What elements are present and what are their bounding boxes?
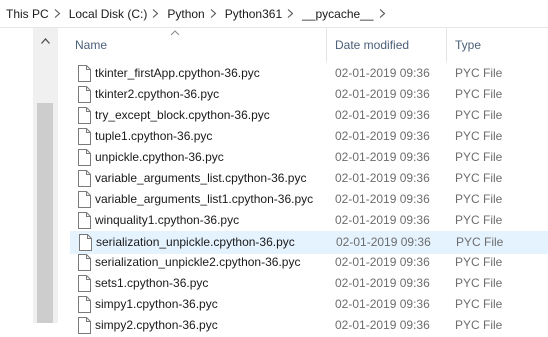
pyc-file-icon bbox=[78, 275, 91, 292]
column-header-type[interactable]: Type bbox=[455, 28, 481, 62]
file-type: PYC File bbox=[455, 171, 503, 185]
file-name: serialization_unpickle.cpython-36.pyc bbox=[96, 235, 295, 249]
file-row[interactable]: tkinter_firstApp.cpython-36.pyc 02-01-201… bbox=[70, 63, 548, 84]
pyc-file-icon bbox=[78, 191, 91, 208]
file-type: PYC File bbox=[455, 192, 503, 206]
file-date-modified: 02-01-2019 09:36 bbox=[335, 192, 430, 206]
chevron-right-icon[interactable] bbox=[377, 9, 388, 18]
breadcrumb: This PC Local Disk (C:) Python Python361… bbox=[0, 0, 548, 28]
file-date-modified: 02-01-2019 09:36 bbox=[335, 297, 430, 311]
file-type: PYC File bbox=[455, 255, 503, 269]
file-date-modified: 02-01-2019 09:36 bbox=[335, 66, 430, 80]
file-date-modified: 02-01-2019 09:36 bbox=[335, 108, 430, 122]
file-name: sets1.cpython-36.pyc bbox=[95, 276, 209, 290]
pyc-file-icon bbox=[78, 65, 91, 82]
file-name: simpy1.cpython-36.pyc bbox=[95, 297, 218, 311]
file-type: PYC File bbox=[455, 150, 503, 164]
file-row[interactable]: try_except_block.cpython-36.pyc 02-01-201… bbox=[70, 105, 548, 126]
file-name: simpy2.cpython-36.pyc bbox=[95, 318, 218, 332]
file-type: PYC File bbox=[455, 276, 503, 290]
file-row[interactable]: sets1.cpython-36.pyc 02-01-2019 09:36 PYC … bbox=[70, 273, 548, 294]
column-divider[interactable] bbox=[446, 28, 447, 62]
nav-pane-scrollbar[interactable] bbox=[33, 28, 57, 323]
pyc-file-icon bbox=[79, 234, 92, 251]
column-header-row: Name Date modified Type bbox=[58, 28, 548, 62]
file-date-modified: 02-01-2019 09:36 bbox=[336, 235, 431, 249]
file-name: winquality1.cpython-36.pyc bbox=[95, 213, 240, 227]
breadcrumb-item-pycache[interactable]: __pycache__ bbox=[296, 7, 376, 21]
file-date-modified: 02-01-2019 09:36 bbox=[335, 87, 430, 101]
chevron-up-icon[interactable] bbox=[33, 28, 57, 54]
file-name: serialization_unpickle2.cpython-36.pyc bbox=[95, 255, 301, 269]
breadcrumb-item-this-pc[interactable]: This PC bbox=[0, 7, 52, 21]
scrollbar-thumb[interactable] bbox=[37, 103, 53, 323]
file-row[interactable]: tkinter2.cpython-36.pyc 02-01-2019 09:36 P… bbox=[70, 84, 548, 105]
breadcrumb-item-python361[interactable]: Python361 bbox=[219, 7, 285, 21]
file-type: PYC File bbox=[455, 108, 503, 122]
pyc-file-icon bbox=[78, 212, 91, 229]
file-type: PYC File bbox=[455, 318, 503, 332]
file-row[interactable]: serialization_unpickle2.cpython-36.pyc 02… bbox=[70, 252, 548, 273]
file-date-modified: 02-01-2019 09:36 bbox=[335, 213, 430, 227]
file-date-modified: 02-01-2019 09:36 bbox=[335, 129, 430, 143]
file-name: tkinter2.cpython-36.pyc bbox=[95, 87, 220, 101]
file-date-modified: 02-01-2019 09:36 bbox=[335, 255, 430, 269]
file-row[interactable]: serialization_unpickle.cpython-36.pyc 02-… bbox=[70, 231, 548, 254]
file-date-modified: 02-01-2019 09:36 bbox=[335, 171, 430, 185]
file-name: variable_arguments_list1.cpython-36.pyc bbox=[95, 192, 314, 206]
file-row[interactable]: unpickle.cpython-36.pyc 02-01-2019 09:36 P… bbox=[70, 147, 548, 168]
breadcrumb-item-python[interactable]: Python bbox=[161, 7, 207, 21]
file-row[interactable]: variable_arguments_list1.cpython-36.pyc 0… bbox=[70, 189, 548, 210]
chevron-right-icon[interactable] bbox=[150, 9, 161, 18]
pyc-file-icon bbox=[78, 128, 91, 145]
pyc-file-icon bbox=[78, 170, 91, 187]
file-type: PYC File bbox=[455, 213, 503, 227]
pyc-file-icon bbox=[78, 107, 91, 124]
column-header-name[interactable]: Name bbox=[75, 28, 107, 62]
pyc-file-icon bbox=[78, 296, 91, 313]
file-type: PYC File bbox=[456, 235, 504, 249]
file-row[interactable]: tuple1.cpython-36.pyc 02-01-2019 09:36 PYC… bbox=[70, 126, 548, 147]
breadcrumb-item-local-disk[interactable]: Local Disk (C:) bbox=[63, 7, 151, 21]
file-type: PYC File bbox=[455, 87, 503, 101]
column-header-date-modified[interactable]: Date modified bbox=[335, 28, 409, 62]
file-row[interactable]: variable_arguments_list.cpython-36.pyc 02… bbox=[70, 168, 548, 189]
chevron-right-icon[interactable] bbox=[52, 9, 63, 18]
file-name: tkinter_firstApp.cpython-36.pyc bbox=[95, 66, 260, 80]
file-type: PYC File bbox=[455, 129, 503, 143]
file-row[interactable]: simpy2.cpython-36.pyc 02-01-2019 09:36 PYC… bbox=[70, 315, 548, 336]
pyc-file-icon bbox=[78, 254, 91, 271]
file-name: unpickle.cpython-36.pyc bbox=[95, 150, 224, 164]
pyc-file-icon bbox=[78, 317, 91, 334]
file-name: variable_arguments_list.cpython-36.pyc bbox=[95, 171, 307, 185]
column-divider[interactable] bbox=[326, 28, 327, 62]
chevron-right-icon[interactable] bbox=[285, 9, 296, 18]
file-date-modified: 02-01-2019 09:36 bbox=[335, 276, 430, 290]
file-row[interactable]: simpy1.cpython-36.pyc 02-01-2019 09:36 PYC… bbox=[70, 294, 548, 315]
chevron-right-icon[interactable] bbox=[208, 9, 219, 18]
pane-divider bbox=[57, 28, 58, 323]
file-type: PYC File bbox=[455, 297, 503, 311]
sort-ascending-icon bbox=[170, 30, 180, 36]
file-date-modified: 02-01-2019 09:36 bbox=[335, 150, 430, 164]
file-name: tuple1.cpython-36.pyc bbox=[95, 129, 213, 143]
file-type: PYC File bbox=[455, 66, 503, 80]
file-name: try_except_block.cpython-36.pyc bbox=[95, 108, 270, 122]
file-row[interactable]: winquality1.cpython-36.pyc 02-01-2019 09:… bbox=[70, 210, 548, 231]
file-date-modified: 02-01-2019 09:36 bbox=[335, 318, 430, 332]
pyc-file-icon bbox=[78, 86, 91, 103]
pyc-file-icon bbox=[78, 149, 91, 166]
